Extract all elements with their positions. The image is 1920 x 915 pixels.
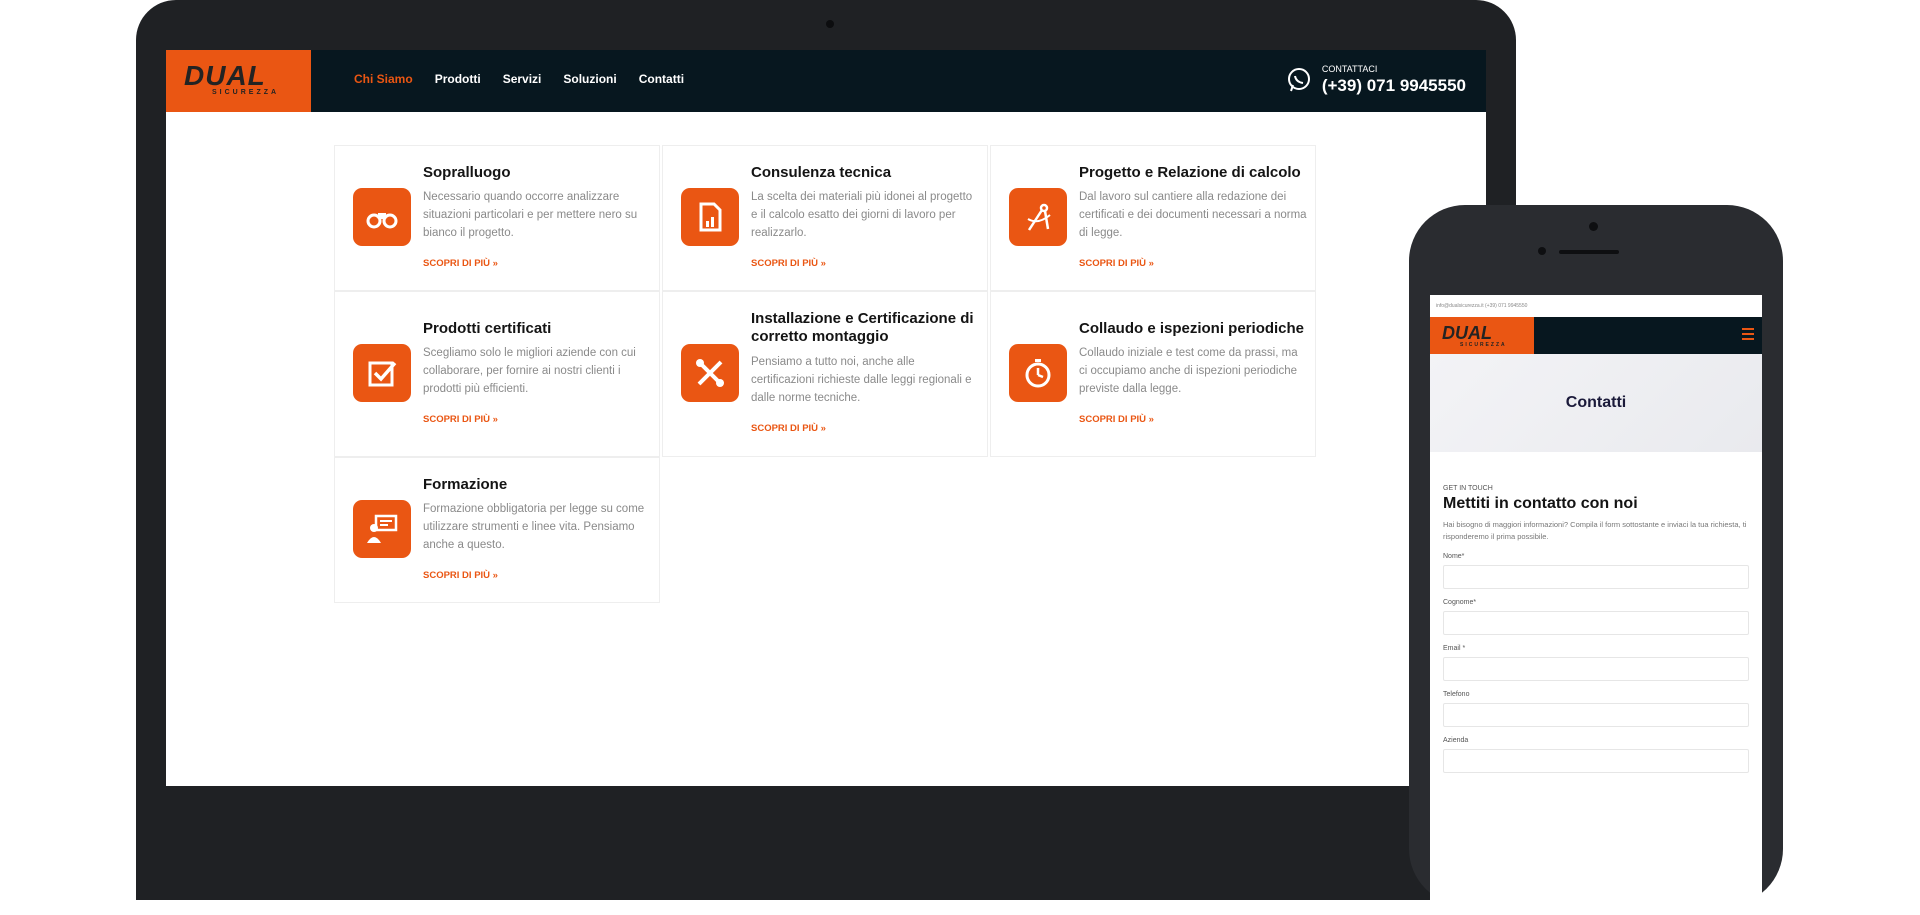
service-card: Sopralluogo Necessario quando occorre an… — [334, 145, 660, 291]
service-description: Formazione obbligatoria per legge su com… — [423, 503, 645, 551]
contact-phone[interactable]: (+39) 071 9945550 — [1322, 76, 1466, 96]
phone-logo-subtext: SICUREZZA — [1460, 342, 1507, 348]
service-title: Collaudo e ispezioni periodiche — [1079, 320, 1305, 337]
service-more-link[interactable]: SCOPRI DI PIÙ » — [423, 258, 498, 269]
service-more-link[interactable]: SCOPRI DI PIÙ » — [423, 570, 498, 581]
cognome-input[interactable] — [1443, 611, 1749, 635]
service-description: Pensiamo a tutto noi, anche alle certifi… — [751, 356, 972, 404]
service-title: Sopralluogo — [423, 164, 511, 181]
field-label-telefono: Telefono — [1443, 691, 1470, 698]
service-description: Scegliamo solo le migliori aziende con c… — [423, 347, 636, 395]
phone-screen: info@dualsicurezza.it (+39) 071 9945550 … — [1430, 295, 1762, 915]
nav-item-chi-siamo[interactable]: Chi Siamo — [354, 72, 413, 86]
nav-item-servizi[interactable]: Servizi — [503, 72, 542, 86]
phone-hero-title: Contatti — [1565, 394, 1627, 411]
service-title: Progetto e Relazione di calcolo — [1079, 164, 1301, 181]
email-input[interactable] — [1443, 657, 1749, 681]
service-more-link[interactable]: SCOPRI DI PIÙ » — [1079, 258, 1154, 269]
service-more-link[interactable]: SCOPRI DI PIÙ » — [1079, 414, 1154, 425]
form-kicker: GET IN TOUCH — [1443, 485, 1493, 492]
service-description: Necessario quando occorre analizzare sit… — [423, 191, 638, 239]
document-chart-icon — [681, 188, 739, 246]
main-menu: Chi Siamo Prodotti Servizi Soluzioni Con… — [354, 72, 684, 86]
service-title: Consulenza tecnica — [751, 164, 892, 181]
logo[interactable]: DUAL SICUREZZA — [166, 50, 311, 112]
logo-text: DUAL — [184, 60, 266, 91]
checkbox-icon — [353, 344, 411, 402]
tools-icon — [681, 344, 739, 402]
phone-topbar: info@dualsicurezza.it (+39) 071 9945550 — [1436, 303, 1528, 309]
field-label-nome: Nome* — [1443, 553, 1465, 560]
service-card: Collaudo e ispezioni periodiche Collaudo… — [990, 291, 1316, 457]
phone-camera — [1589, 222, 1598, 231]
service-title: Installazione e Certificazione di corret… — [751, 310, 974, 345]
logo-subtext: SICUREZZA — [212, 89, 280, 96]
contact-form: GET IN TOUCH Mettiti in contatto con noi… — [1443, 485, 1749, 773]
service-card: Consulenza tecnica La scelta dei materia… — [662, 145, 988, 291]
top-navbar: DUAL SICUREZZA Chi Siamo Prodotti Serviz… — [166, 50, 1486, 112]
service-more-link[interactable]: SCOPRI DI PIÙ » — [423, 414, 498, 425]
service-description: La scelta dei materiali più idonei al pr… — [751, 191, 973, 239]
nav-item-contatti[interactable]: Contatti — [639, 72, 684, 86]
service-description: Collaudo iniziale e test come da prassi,… — [1079, 347, 1298, 395]
service-description: Dal lavoro sul cantiere alla redazione d… — [1079, 191, 1307, 239]
service-more-link[interactable]: SCOPRI DI PIÙ » — [751, 423, 826, 434]
service-card: Prodotti certificati Scegliamo solo le m… — [334, 291, 660, 457]
binoculars-icon — [353, 188, 411, 246]
field-label-email: Email * — [1443, 645, 1466, 652]
presentation-icon — [353, 500, 411, 558]
nome-input[interactable] — [1443, 565, 1749, 589]
phone-logo[interactable]: DUAL SICUREZZA — [1430, 317, 1534, 354]
field-label-cognome: Cognome* — [1443, 599, 1477, 606]
stopwatch-icon — [1009, 344, 1067, 402]
azienda-input[interactable] — [1443, 749, 1749, 773]
contact-block[interactable]: CONTATTACI (+39) 071 9945550 — [1286, 64, 1466, 96]
service-card: Formazione Formazione obbligatoria per l… — [334, 457, 660, 603]
phone-hero: Contatti — [1430, 354, 1762, 452]
hamburger-menu-icon[interactable] — [1742, 328, 1754, 343]
nav-item-prodotti[interactable]: Prodotti — [435, 72, 481, 86]
phone-logo-text: DUAL — [1442, 323, 1492, 343]
service-card: Installazione e Certificazione di corret… — [662, 291, 988, 457]
field-label-azienda: Azienda — [1443, 737, 1469, 744]
phone-sensor — [1538, 247, 1546, 255]
service-title: Prodotti certificati — [423, 320, 552, 337]
laptop-camera — [826, 20, 834, 28]
form-heading: Mettiti in contatto con noi — [1443, 495, 1638, 512]
contact-label: CONTATTACI — [1321, 64, 1378, 74]
compass-icon — [1009, 188, 1067, 246]
service-title: Formazione — [423, 476, 508, 493]
service-more-link[interactable]: SCOPRI DI PIÙ » — [751, 258, 826, 269]
laptop-frame: DUAL SICUREZZA Chi Siamo Prodotti Serviz… — [136, 0, 1516, 900]
service-card: Progetto e Relazione di calcolo Dal lavo… — [990, 145, 1316, 291]
phone-navbar: DUAL SICUREZZA — [1430, 317, 1762, 354]
laptop-screen: DUAL SICUREZZA Chi Siamo Prodotti Serviz… — [166, 50, 1486, 786]
telefono-input[interactable] — [1443, 703, 1749, 727]
nav-item-soluzioni[interactable]: Soluzioni — [563, 72, 616, 86]
phone-speaker — [1559, 250, 1619, 254]
form-subtext: Hai bisogno di maggiori informazioni? Co… — [1443, 520, 1747, 541]
whatsapp-icon — [1287, 68, 1310, 92]
phone-frame: info@dualsicurezza.it (+39) 071 9945550 … — [1409, 205, 1783, 915]
